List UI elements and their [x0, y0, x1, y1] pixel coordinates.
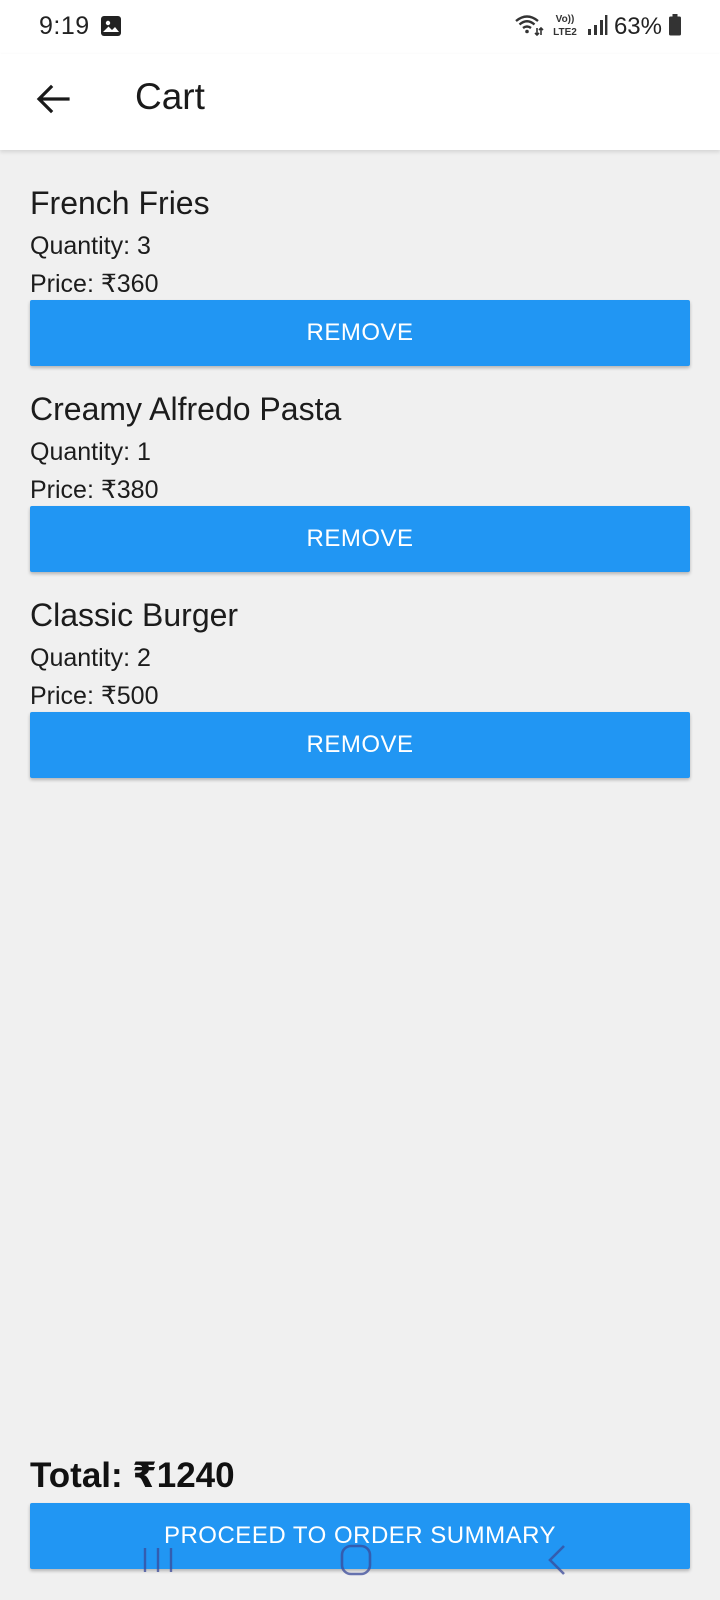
item-quantity: Quantity: 2	[30, 644, 151, 672]
cart-list: French Fries Quantity: 3 Price: ₹360 REM…	[30, 181, 690, 799]
status-icons: Vo)) LTE2 63%	[514, 10, 682, 44]
signal-icon	[586, 14, 608, 41]
battery-percent: 63%	[613, 13, 662, 40]
remove-button[interactable]: REMOVE	[30, 300, 690, 366]
cart-item: Classic Burger Quantity: 2 Price: ₹500 R…	[30, 593, 690, 799]
item-name: French Fries	[30, 185, 210, 221]
item-quantity: Quantity: 1	[30, 438, 151, 466]
svg-text:LTE2: LTE2	[553, 27, 577, 38]
remove-button[interactable]: REMOVE	[30, 506, 690, 572]
battery-icon	[668, 13, 682, 42]
item-price: Price: ₹380	[30, 476, 159, 504]
page-title: Cart	[135, 76, 205, 117]
recents-icon[interactable]	[128, 1540, 188, 1580]
item-price: Price: ₹360	[30, 270, 159, 298]
app-bar: Cart	[0, 54, 720, 150]
svg-text:Vo)): Vo))	[556, 14, 575, 25]
item-name: Classic Burger	[30, 597, 239, 633]
back-button[interactable]	[28, 76, 78, 126]
wifi-icon	[514, 13, 544, 42]
cart-item: Creamy Alfredo Pasta Quantity: 1 Price: …	[30, 387, 690, 593]
cart-total: Total: ₹1240	[30, 1456, 235, 1495]
gallery-icon	[100, 15, 122, 37]
cart-item: French Fries Quantity: 3 Price: ₹360 REM…	[30, 181, 690, 387]
item-name: Creamy Alfredo Pasta	[30, 391, 342, 427]
status-bar: 9:19 Vo)) LTE2 63%	[0, 0, 720, 54]
arrow-left-icon	[36, 84, 70, 119]
back-nav-icon[interactable]	[530, 1540, 590, 1580]
item-quantity: Quantity: 3	[30, 232, 151, 260]
status-time: 9:19	[39, 12, 90, 40]
home-icon[interactable]	[326, 1540, 386, 1580]
volte-icon: Vo)) LTE2	[550, 12, 580, 43]
item-price: Price: ₹500	[30, 682, 159, 710]
remove-button[interactable]: REMOVE	[30, 712, 690, 778]
